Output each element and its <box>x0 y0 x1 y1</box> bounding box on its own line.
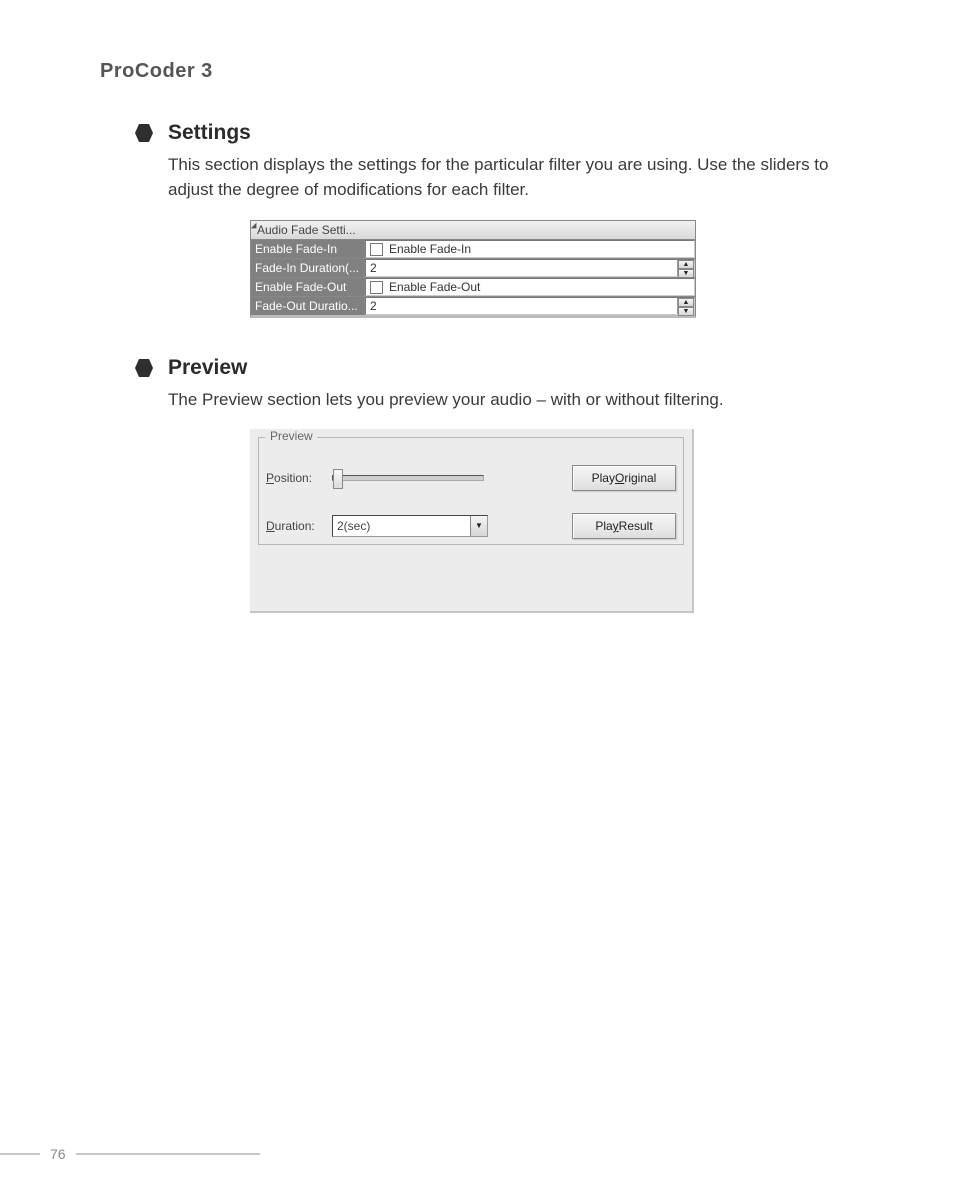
preview-legend: Preview <box>266 429 317 443</box>
duration-combobox[interactable]: 2(sec) ▼ <box>332 515 488 537</box>
settings-category-header[interactable]: Audio Fade Setti... <box>251 221 695 240</box>
row-label-enable-fade-out: Enable Fade-Out <box>251 278 365 296</box>
fade-in-duration-value: 2 <box>370 261 377 275</box>
position-slider[interactable] <box>332 475 484 481</box>
row-value-enable-fade-in[interactable]: Enable Fade-In <box>365 240 695 258</box>
table-row: Fade-In Duration(... 2 ▲ ▼ <box>251 259 695 278</box>
duration-value: 2(sec) <box>337 519 370 533</box>
checkbox-enable-fade-out[interactable] <box>370 281 383 294</box>
spinner-up-icon[interactable]: ▲ <box>678 298 694 307</box>
page-title: ProCoder 3 <box>100 60 864 83</box>
row-value-enable-fade-out[interactable]: Enable Fade-Out <box>365 278 695 296</box>
section-body-preview: The Preview section lets you preview you… <box>168 388 864 413</box>
table-row: Enable Fade-In Enable Fade-In <box>251 240 695 259</box>
checkbox-label-enable-fade-in: Enable Fade-In <box>389 242 471 256</box>
row-label-enable-fade-in: Enable Fade-In <box>251 240 365 258</box>
section-title-settings: Settings <box>168 121 251 145</box>
spinner-fade-in-duration[interactable]: ▲ ▼ <box>677 260 694 276</box>
row-label-fade-out-duration: Fade-Out Duratio... <box>251 297 365 315</box>
hexagon-bullet-icon <box>134 358 154 378</box>
section-body-settings: This section displays the settings for t… <box>168 153 864 202</box>
row-value-fade-out-duration[interactable]: 2 ▲ ▼ <box>365 297 695 315</box>
page-number: 76 <box>40 1146 76 1162</box>
checkbox-enable-fade-in[interactable] <box>370 243 383 256</box>
table-row: Fade-Out Duratio... 2 ▲ ▼ <box>251 297 695 315</box>
chevron-down-icon[interactable]: ▼ <box>470 516 487 536</box>
row-label-fade-in-duration: Fade-In Duration(... <box>251 259 365 277</box>
slider-thumb-icon[interactable] <box>333 469 343 489</box>
hexagon-bullet-icon <box>134 123 154 143</box>
page-footer: 76 <box>0 1146 260 1162</box>
checkbox-label-enable-fade-out: Enable Fade-Out <box>389 280 480 294</box>
preview-panel: Preview Position: Play Original Duration… <box>250 429 694 613</box>
spinner-fade-out-duration[interactable]: ▲ ▼ <box>677 298 694 314</box>
spinner-down-icon[interactable]: ▼ <box>678 307 694 316</box>
settings-table: Audio Fade Setti... Enable Fade-In Enabl… <box>250 220 696 318</box>
spinner-up-icon[interactable]: ▲ <box>678 260 694 269</box>
fade-out-duration-value: 2 <box>370 299 377 313</box>
table-row: Enable Fade-Out Enable Fade-Out <box>251 278 695 297</box>
spinner-down-icon[interactable]: ▼ <box>678 269 694 278</box>
row-value-fade-in-duration[interactable]: 2 ▲ ▼ <box>365 259 695 277</box>
section-title-preview: Preview <box>168 356 247 380</box>
